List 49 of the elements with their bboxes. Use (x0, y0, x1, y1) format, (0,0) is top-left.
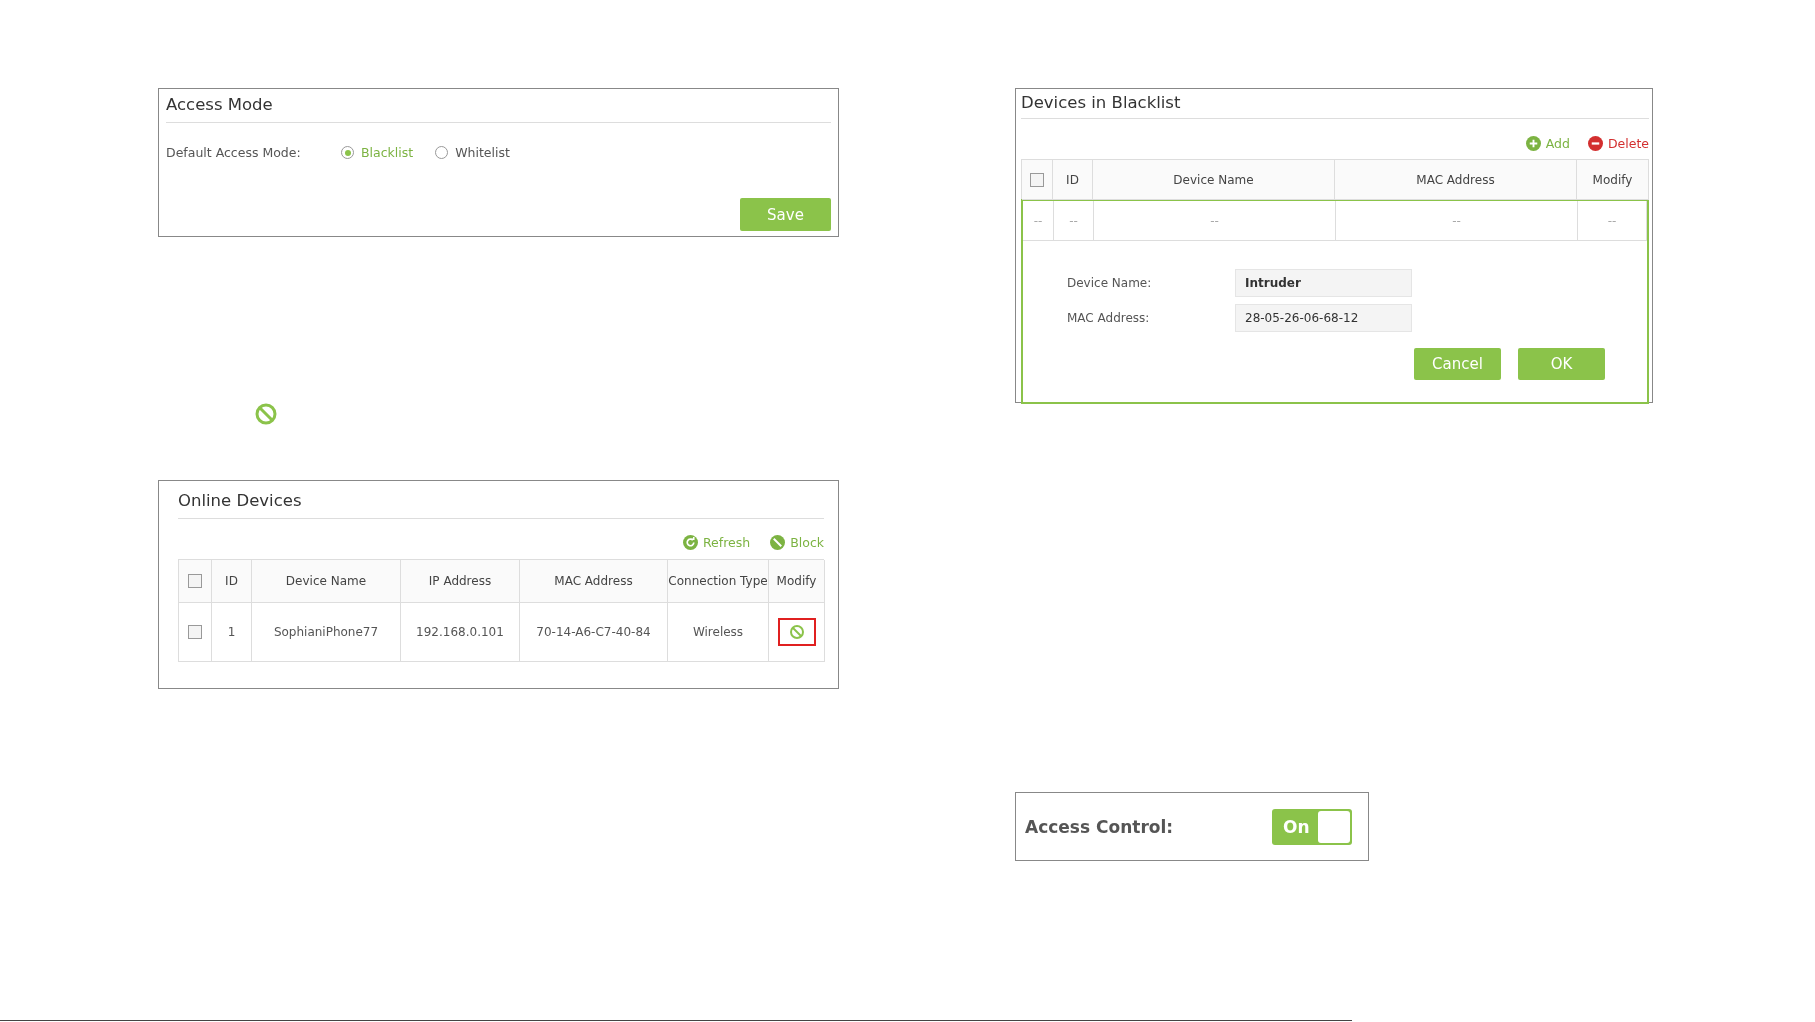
radio-option[interactable]: Whitelist (435, 145, 510, 160)
panel-title: Devices in Blacklist (1021, 93, 1182, 112)
table-cell: Wireless (668, 603, 769, 662)
checkbox[interactable] (188, 625, 202, 639)
table-cell: 70-14-A6-C7-40-84 (520, 603, 668, 662)
block-button[interactable] (777, 618, 816, 646)
column-header: Device Name (252, 560, 401, 603)
panel-title: Online Devices (178, 491, 303, 510)
field-label: Device Name: (1067, 276, 1153, 290)
toolbar-link[interactable]: Delete (1587, 134, 1649, 152)
column-header: ID (212, 560, 252, 603)
toolbar-link[interactable]: Block (770, 533, 824, 551)
column-header: Device Name (1093, 160, 1335, 200)
plus-icon (1525, 135, 1541, 151)
input-field[interactable]: Intruder (1235, 269, 1412, 297)
table-cell: -- (1023, 201, 1054, 241)
toolbar-link[interactable]: Refresh (682, 533, 751, 551)
dialog-button[interactable]: OK (1518, 348, 1605, 380)
checkbox[interactable] (188, 574, 202, 588)
panel-title: Access Mode (166, 95, 274, 114)
field-label: Access Control: (1025, 816, 1174, 837)
save-button[interactable]: Save (740, 198, 831, 231)
column-header: MAC Address (1335, 160, 1577, 200)
table-cell: -- (1054, 201, 1094, 241)
block-icon (788, 624, 805, 640)
table-cell: SophianiPhone77 (252, 603, 401, 662)
column-header: MAC Address (520, 560, 668, 603)
table-cell: -- (1336, 201, 1578, 241)
toolbar-link[interactable]: Add (1525, 134, 1570, 152)
dialog-button[interactable]: Cancel (1414, 348, 1501, 380)
toggle-switch[interactable]: On (1272, 808, 1352, 845)
column-header: Modify (769, 560, 825, 603)
block-icon (770, 534, 786, 550)
checkbox[interactable] (1030, 172, 1044, 187)
column-header: Modify (1577, 160, 1649, 200)
input-field[interactable]: 28-05-26-06-68-12 (1235, 304, 1412, 332)
minus-icon (1587, 135, 1603, 151)
table-cell: -- (1094, 201, 1336, 241)
column-header: Connection Type (668, 560, 769, 603)
field-label: Default Access Mode: (166, 145, 302, 160)
table-cell: 192.168.0.101 (401, 603, 520, 662)
column-header: IP Address (401, 560, 520, 603)
block-icon (254, 402, 278, 426)
column-header: ID (1053, 160, 1093, 200)
field-label: MAC Address: (1067, 311, 1151, 325)
refresh-icon (682, 534, 698, 550)
table-cell: 1 (212, 603, 252, 662)
table-cell: -- (1578, 201, 1647, 241)
radio-option[interactable]: Blacklist (341, 145, 414, 160)
